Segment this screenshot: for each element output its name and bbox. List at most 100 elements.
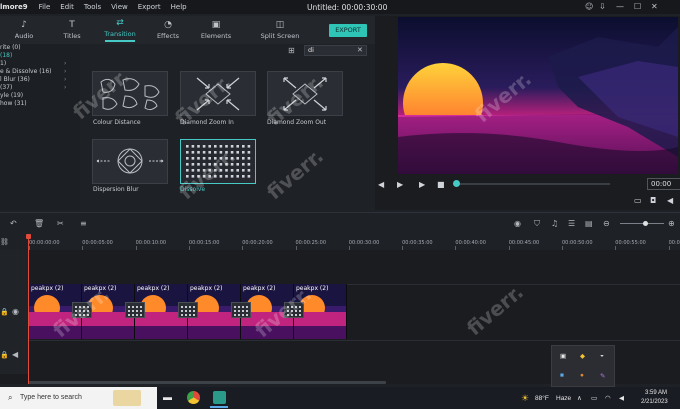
snapshot-icon[interactable]: ▤	[585, 219, 593, 228]
ruler-tick-label: 00:00:00:00	[29, 240, 60, 246]
tab-elements[interactable]: ▣ Elements	[192, 16, 240, 44]
clip-transition[interactable]	[125, 302, 145, 318]
timeline-scrollbar[interactable]	[28, 381, 386, 384]
library-item-selected[interactable]: (18)	[0, 52, 80, 60]
library-item[interactable]: (37) ›	[0, 84, 80, 92]
transition-diamond-zoom-in[interactable]	[180, 71, 256, 116]
library-item-label: how (31)	[0, 100, 27, 107]
tray-chevron-icon[interactable]: ∧	[577, 394, 582, 402]
menu-file[interactable]: File	[34, 3, 56, 11]
playhead[interactable]	[28, 236, 29, 384]
transition-label: Diamond Zoom In	[180, 119, 234, 126]
library-item[interactable]: e & Dissolve (16) ›	[0, 68, 80, 76]
ruler-tick-label: 00:00:55:00	[615, 240, 646, 246]
clip-transition[interactable]	[72, 302, 92, 318]
zoom-slider[interactable]	[620, 223, 664, 224]
menu-view[interactable]: View	[106, 3, 133, 11]
playhead-handle[interactable]	[26, 234, 31, 239]
taskbar-search-placeholder: Type here to search	[20, 394, 82, 401]
audio-mixer-icon[interactable]: ☰	[568, 219, 575, 228]
render-icon[interactable]: ◉	[514, 219, 521, 228]
transition-diamond-zoom-out[interactable]	[267, 71, 343, 116]
track-header-audio: 🔒 ◀	[0, 340, 28, 374]
prev-frame-icon[interactable]: ◀	[378, 180, 384, 189]
close-icon[interactable]: ✕	[651, 2, 658, 11]
preview-scrub-handle[interactable]	[453, 180, 460, 187]
link-icon[interactable]: ⛓	[0, 238, 9, 246]
tray-app-icon[interactable]: ▣	[560, 352, 566, 360]
export-button[interactable]: EXPORT	[329, 24, 367, 37]
transition-colour-distance[interactable]	[92, 71, 168, 116]
delete-icon[interactable]: 🗑	[34, 219, 44, 228]
clip-transition[interactable]	[284, 302, 304, 318]
tray-app-icon[interactable]: ◆	[580, 352, 585, 360]
maximize-icon[interactable]: ☐	[634, 2, 641, 11]
cut-icon[interactable]: ✂	[57, 219, 64, 228]
chrome-icon[interactable]	[187, 391, 200, 404]
transition-icon: ⇄	[116, 18, 124, 28]
transition-dissolve[interactable]	[180, 139, 256, 184]
library-item[interactable]: how (31)	[0, 100, 80, 108]
tab-titles[interactable]: T Titles	[48, 16, 96, 44]
clip-label: peakpx (2)	[190, 285, 223, 292]
adjust-icon[interactable]: ≡	[80, 219, 87, 228]
library-item[interactable]: l Blur (36) ›	[0, 76, 80, 84]
marker-icon[interactable]: ⛉	[534, 219, 540, 229]
monitor-icon[interactable]: ▭	[634, 196, 642, 205]
preview-scrub-bar[interactable]	[456, 183, 610, 185]
menu-tools[interactable]: Tools	[79, 3, 106, 11]
filmora-icon[interactable]	[213, 391, 226, 404]
lock-icon[interactable]: 🔒	[0, 308, 9, 316]
wifi-icon[interactable]: ◠	[605, 394, 611, 402]
ruler-tick-label: 00:00:30:00	[348, 240, 380, 246]
tab-elements-label: Elements	[200, 32, 232, 40]
zoom-out-icon[interactable]: ⊖	[603, 219, 610, 228]
file-explorer-icon[interactable]: ▬	[163, 392, 172, 402]
dissolve-transition-icon	[75, 306, 89, 316]
volume-icon[interactable]: ◀	[667, 196, 673, 205]
clear-search-icon[interactable]: ✕	[357, 46, 363, 54]
zoom-in-icon[interactable]: ⊕	[668, 219, 675, 228]
tab-effects[interactable]: ◔ Effects	[144, 16, 192, 44]
library-item-label: e & Dissolve (16)	[0, 68, 52, 75]
library-item[interactable]: rite (0)	[0, 44, 80, 52]
eye-icon[interactable]: ◉	[12, 307, 19, 316]
image-icon: ▣	[211, 20, 221, 30]
minimize-icon[interactable]: —	[616, 2, 624, 11]
tray-app-icon[interactable]: ✎	[600, 372, 605, 380]
tab-transition[interactable]: ⇄ Transition	[96, 16, 144, 44]
account-icon[interactable]: ☺	[585, 2, 593, 11]
undo-icon[interactable]: ↶	[10, 219, 17, 228]
tab-split-screen[interactable]: ◫ Split Screen	[240, 16, 320, 44]
next-frame-icon[interactable]: ▶	[419, 180, 425, 189]
transition-dispersion-blur[interactable]	[92, 139, 168, 184]
lock-icon[interactable]: 🔒	[0, 351, 9, 359]
microphone-icon[interactable]: ♫	[551, 219, 558, 228]
camera-icon[interactable]: ◘	[650, 196, 656, 205]
clip-label: peakpx (2)	[296, 285, 329, 292]
menu-edit[interactable]: Edit	[55, 3, 79, 11]
menu-help[interactable]: Help	[166, 3, 192, 11]
tray-app-icon[interactable]: ■	[560, 372, 564, 379]
clip-transition[interactable]	[231, 302, 251, 318]
download-icon[interactable]: ⇩	[599, 2, 606, 11]
speaker-icon[interactable]: ◀	[12, 350, 18, 359]
stop-icon[interactable]: ■	[437, 180, 445, 189]
clip-transition[interactable]	[178, 302, 198, 318]
play-icon[interactable]: ▶	[397, 180, 403, 189]
library-item[interactable]: yle (19)	[0, 92, 80, 100]
menu-export[interactable]: Export	[133, 3, 166, 11]
tab-audio[interactable]: ♪ Audio	[0, 16, 48, 44]
library-item[interactable]: 1) ›	[0, 60, 80, 68]
search-highlight-image	[113, 390, 141, 406]
zoom-slider-handle[interactable]	[643, 221, 648, 226]
colour-distance-preview-icon	[100, 78, 160, 111]
effects-icon: ◔	[164, 20, 172, 30]
volume-tray-icon[interactable]: ◀	[619, 394, 624, 402]
tray-app-icon[interactable]: ◒	[600, 352, 604, 359]
grid-view-icon[interactable]: ⊞	[288, 46, 295, 55]
tray-app-icon[interactable]: ●	[580, 372, 584, 379]
battery-icon[interactable]: ▭	[591, 394, 597, 402]
window-title: Untitled: 00:00:30:00	[307, 3, 387, 12]
ruler-tick-label: 00:00:50:00	[562, 240, 593, 246]
